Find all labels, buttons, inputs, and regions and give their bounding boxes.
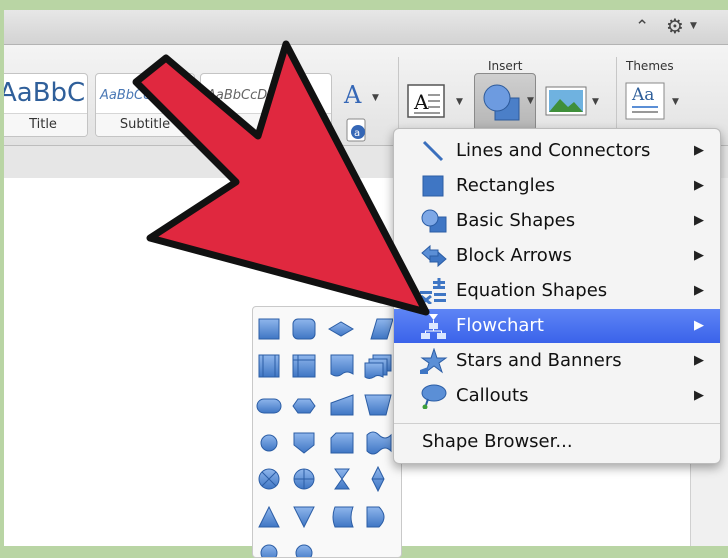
or-shape[interactable]: [293, 468, 315, 490]
picture-icon: [545, 86, 587, 116]
style-title[interactable]: AaBbC Title: [4, 73, 88, 137]
sort-shape[interactable]: [371, 465, 385, 493]
document-shape[interactable]: [330, 354, 354, 377]
rectangle-icon: [422, 175, 444, 197]
themes-button[interactable]: Aa ▼: [624, 81, 684, 127]
picture-button[interactable]: ▼: [544, 81, 602, 127]
style-sample: AaBbCcDd: [100, 88, 169, 103]
submenu-arrow-icon: ▶: [694, 248, 704, 263]
change-case-icon: a: [346, 118, 366, 142]
predefined-process-shape[interactable]: [258, 354, 280, 378]
card-shape[interactable]: [330, 432, 354, 454]
menu-item-basic-shapes[interactable]: Basic Shapes ▶: [394, 204, 720, 238]
menu-item-label: Equation Shapes: [456, 280, 608, 301]
process-shape[interactable]: [258, 318, 280, 340]
style-sample: AaBbC: [4, 78, 86, 108]
decision-shape[interactable]: [328, 321, 354, 337]
menu-item-callouts[interactable]: Callouts ▶: [394, 379, 720, 413]
style-label: [201, 113, 331, 136]
chevron-down-icon: ▼: [527, 96, 534, 106]
menu-item-label: Stars and Banners: [456, 350, 622, 371]
star-icon: [420, 348, 448, 374]
submenu-arrow-icon: ▶: [694, 178, 704, 193]
submenu-arrow-icon: ▶: [694, 213, 704, 228]
menu-item-block-arrows[interactable]: Block Arrows ▶: [394, 239, 720, 273]
punched-tape-shape[interactable]: [366, 431, 392, 455]
summing-junction-shape[interactable]: [258, 468, 280, 490]
submenu-arrow-icon: ▶: [694, 283, 704, 298]
style-sample: AaBbCcDd: [207, 88, 276, 103]
chevron-down-icon: ▼: [456, 97, 463, 107]
shapes-button[interactable]: ▼: [474, 73, 536, 131]
themes-group-label: Themes: [626, 59, 674, 73]
chevron-down-icon: ▼: [672, 97, 679, 107]
shape-browser-menu-item[interactable]: Shape Browser...: [422, 431, 573, 452]
menu-item-label: Basic Shapes: [456, 210, 576, 231]
preparation-shape[interactable]: [292, 398, 316, 414]
menu-item-rectangles[interactable]: Rectangles ▶: [394, 169, 720, 203]
chevron-down-icon[interactable]: ▼: [690, 21, 697, 31]
manual-input-shape[interactable]: [330, 394, 354, 416]
callout-icon: [421, 384, 447, 409]
offpage-connector-shape[interactable]: [293, 432, 315, 454]
change-case-button[interactable]: a: [344, 117, 370, 143]
internal-storage-shape[interactable]: [292, 354, 316, 378]
menu-item-stars-and-banners[interactable]: Stars and Banners ▶: [394, 344, 720, 378]
delay-shape[interactable]: [366, 506, 385, 528]
flowchart-icon: [421, 314, 446, 339]
style-subtitle[interactable]: AaBbCcDd Subtitle: [95, 73, 195, 137]
text-box-icon: A: [407, 84, 445, 118]
menu-separator: [394, 423, 720, 424]
flowchart-gallery: [252, 306, 402, 558]
submenu-arrow-icon: ▶: [694, 388, 704, 403]
gallery-shapes: [256, 318, 394, 557]
manual-operation-shape[interactable]: [364, 394, 392, 416]
submenu-arrow-icon: ▶: [694, 143, 704, 158]
stored-data-shape[interactable]: [332, 506, 354, 528]
svg-text:a: a: [354, 128, 360, 139]
collate-shape[interactable]: [334, 468, 350, 490]
basic-shapes-icon: [421, 209, 447, 233]
style-label: Title: [4, 113, 87, 136]
submenu-arrow-icon: ▶: [694, 353, 704, 368]
alternate-process-shape[interactable]: [292, 318, 316, 340]
terminator-shape[interactable]: [256, 398, 282, 414]
extract-shape[interactable]: [258, 505, 280, 528]
text-styles-button[interactable]: A ▼: [342, 81, 379, 111]
collapse-ribbon-icon[interactable]: ⌃: [635, 17, 649, 37]
menu-item-flowchart[interactable]: Flowchart ▶: [394, 309, 720, 343]
multidocument-shape[interactable]: [364, 354, 392, 379]
merge-shape[interactable]: [293, 506, 315, 529]
submenu-arrow-icon: ▶: [694, 318, 704, 333]
shapes-menu: Lines and Connectors ▶ Rectangles ▶ Basi…: [393, 128, 721, 464]
svg-text:A: A: [413, 90, 429, 114]
menu-item-equation-shapes[interactable]: Equation Shapes ▶: [394, 274, 720, 308]
title-bar: ⌃ ⚙ ▼: [4, 10, 728, 45]
menu-item-label: Lines and Connectors: [456, 140, 651, 161]
line-icon: [422, 140, 444, 162]
insert-group-label: Insert: [488, 59, 523, 73]
menu-item-lines-and-connectors[interactable]: Lines and Connectors ▶: [394, 134, 720, 168]
style-emphasis[interactable]: AaBbCcDd: [200, 73, 332, 137]
data-shape[interactable]: [370, 318, 394, 340]
style-label: Subtitle: [96, 113, 194, 136]
gear-icon[interactable]: ⚙: [666, 14, 684, 38]
equation-icon: [420, 278, 446, 304]
menu-item-label: Rectangles: [456, 175, 556, 196]
menu-item-label: Block Arrows: [456, 245, 572, 266]
chevron-down-icon: ▼: [372, 93, 379, 103]
menu-item-label: Callouts: [456, 385, 529, 406]
menu-item-label: Flowchart: [456, 315, 544, 336]
text-box-button[interactable]: A ▼: [406, 81, 464, 127]
chevron-down-icon: ▼: [592, 97, 599, 107]
shapes-icon: [483, 84, 520, 121]
text-styles-icon: A: [344, 81, 362, 109]
connector-shape[interactable]: [260, 434, 278, 452]
block-arrows-icon: [421, 244, 447, 268]
themes-sample: Aa: [632, 85, 655, 105]
